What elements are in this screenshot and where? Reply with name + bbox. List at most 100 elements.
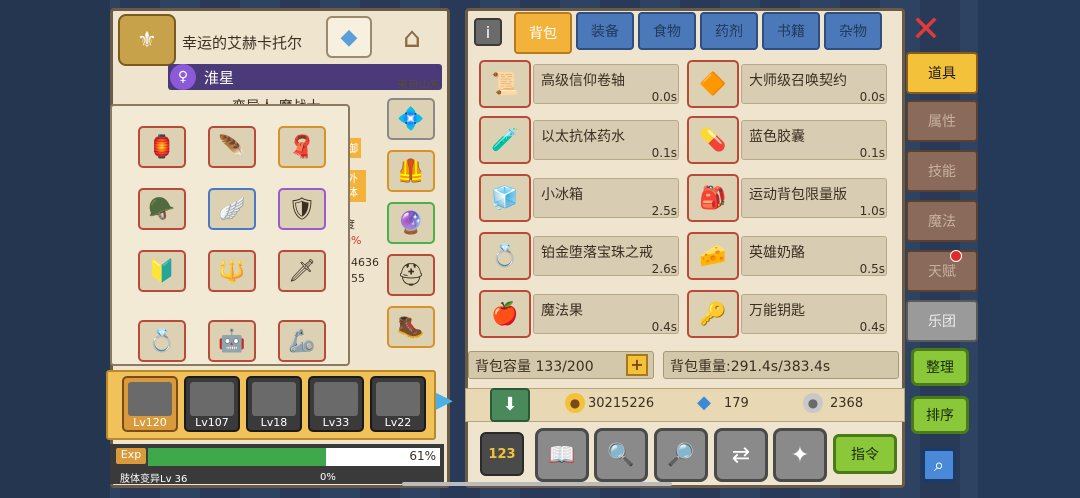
- equip-slot-11[interactable]: 🤖: [208, 320, 256, 362]
- item-weight: 0.1s: [651, 146, 677, 160]
- exp-fill: [148, 448, 327, 466]
- party-member-4[interactable]: Lv33: [308, 376, 364, 432]
- inventory-item[interactable]: 🎒 运动背包限量版 1.0s: [687, 174, 887, 222]
- side-tab-3[interactable]: 技能: [906, 150, 978, 192]
- organize-button[interactable]: 整理: [911, 348, 969, 386]
- fruit-icon: 🍎: [479, 290, 531, 338]
- gold-ring-icon: 💍: [479, 232, 531, 280]
- side-slot-5[interactable]: 🥾: [387, 306, 435, 348]
- tab-2[interactable]: 装备: [576, 12, 634, 50]
- magnify-icon: 🔍: [607, 442, 635, 468]
- equip-slot-3[interactable]: 🧣: [278, 126, 326, 168]
- party-member-5[interactable]: Lv22: [370, 376, 426, 432]
- exp-tag: Exp: [116, 448, 146, 464]
- side-tab-5[interactable]: 天赋: [906, 250, 978, 292]
- search-button[interactable]: ⌕: [922, 448, 956, 482]
- party-member-1[interactable]: Lv120: [122, 376, 178, 432]
- magnify-button[interactable]: 🔍: [594, 428, 648, 482]
- equip-slot-8[interactable]: 🔱: [208, 250, 256, 292]
- search-detail-button[interactable]: 🔎: [654, 428, 708, 482]
- side-tab-1[interactable]: 道具: [906, 52, 978, 94]
- store-button[interactable]: ⬇: [490, 388, 530, 422]
- boot-icon: 🥾: [397, 314, 425, 340]
- exp-percent: 61%: [409, 449, 436, 463]
- equip-slot-2[interactable]: 🪶: [208, 126, 256, 168]
- equipment-popup: 🏮 🪶 🧣 🪖 🪽 🛡 🔰 🔱 🗡 💍 🤖 🦾: [110, 104, 350, 366]
- equip-slot-10[interactable]: 💍: [138, 320, 186, 362]
- tab-3[interactable]: 食物: [638, 12, 696, 50]
- book-button[interactable]: 📖: [535, 428, 589, 482]
- side-slot-3[interactable]: 🔮: [387, 202, 435, 244]
- item-name: 小冰箱: [541, 187, 583, 203]
- hero-name: 幸运的艾赫卡托尔: [182, 34, 303, 52]
- equip-slot-5[interactable]: 🪽: [208, 188, 256, 230]
- sort-number-button[interactable]: 123: [480, 432, 524, 476]
- book-icon: 📖: [548, 442, 576, 468]
- equip-slot-9[interactable]: 🗡: [278, 250, 326, 292]
- tab-5[interactable]: 书籍: [762, 12, 820, 50]
- tab-4[interactable]: 药剂: [700, 12, 758, 50]
- tab-6[interactable]: 杂物: [824, 12, 882, 50]
- party-member-3[interactable]: Lv18: [246, 376, 302, 432]
- key-icon: 🔑: [687, 290, 739, 338]
- side-tab-4[interactable]: 魔法: [906, 200, 978, 242]
- side-slot-2[interactable]: 🦺: [387, 150, 435, 192]
- origin-text: 来自山东: [397, 78, 441, 91]
- gem-button[interactable]: ◆: [326, 16, 372, 58]
- party-member-2[interactable]: Lv107: [184, 376, 240, 432]
- portrait-icon: [314, 382, 358, 416]
- inventory-item[interactable]: 💍 铂金堕落宝珠之戒 2.6s: [479, 232, 679, 280]
- notification-dot: [950, 250, 962, 262]
- member-level: Lv33: [322, 416, 350, 429]
- item-weight: 2.6s: [651, 262, 677, 276]
- swap-button[interactable]: ⇄: [714, 428, 768, 482]
- dismantle-button[interactable]: ✦: [773, 428, 827, 482]
- order-button[interactable]: 排序: [911, 396, 969, 434]
- wardrobe-button[interactable]: ⌂: [382, 16, 442, 58]
- portrait-icon: [376, 382, 420, 416]
- equip-slot-6[interactable]: 🛡: [278, 188, 326, 230]
- inventory-item[interactable]: 📜 高级信仰卷轴 0.0s: [479, 60, 679, 108]
- capsule-icon: 💊: [687, 116, 739, 164]
- expand-capacity-button[interactable]: +: [626, 354, 648, 376]
- item-name: 大师级召唤契约: [749, 73, 847, 89]
- side-tab-2[interactable]: 属性: [906, 100, 978, 142]
- equip-slot-7[interactable]: 🔰: [138, 250, 186, 292]
- equip-slot-4[interactable]: 🪖: [138, 188, 186, 230]
- search-icon: ⌕: [933, 454, 945, 476]
- command-button[interactable]: 指令: [833, 434, 897, 474]
- inventory-item[interactable]: 💊 蓝色胶囊 0.1s: [687, 116, 887, 164]
- fridge-icon: 🧊: [479, 174, 531, 222]
- inventory-item[interactable]: 🍎 魔法果 0.4s: [479, 290, 679, 338]
- female-icon: ♀: [170, 64, 196, 90]
- party-next-arrow-icon[interactable]: ▶: [436, 388, 453, 413]
- inventory-item[interactable]: 🧀 英雄奶酪 0.5s: [687, 232, 887, 280]
- side-slot-1[interactable]: 💠: [387, 98, 435, 140]
- inventory-item[interactable]: 🔶 大师级召唤契约 0.0s: [687, 60, 887, 108]
- potion-icon: 🧪: [479, 116, 531, 164]
- info-button[interactable]: i: [474, 18, 502, 46]
- home-indicator: [402, 482, 672, 486]
- inventory-item[interactable]: 🧊 小冰箱 2.5s: [479, 174, 679, 222]
- item-weight: 1.0s: [859, 204, 885, 218]
- item-name: 高级信仰卷轴: [541, 73, 625, 89]
- diamond-icon: ◆: [697, 392, 711, 413]
- item-name: 魔法果: [541, 303, 583, 319]
- inventory-item[interactable]: 🧪 以太抗体药水 0.1s: [479, 116, 679, 164]
- wing-icon: 🪽: [218, 196, 246, 222]
- member-level: Lv22: [384, 416, 412, 429]
- item-name: 万能钥匙: [749, 303, 805, 319]
- close-icon[interactable]: ✕: [908, 12, 944, 48]
- tab-1[interactable]: 背包: [514, 12, 572, 54]
- item-weight: 0.4s: [651, 320, 677, 334]
- crystal-icon: 💠: [397, 106, 425, 132]
- equip-slot-1[interactable]: 🏮: [138, 126, 186, 168]
- side-tab-6[interactable]: 乐团: [906, 300, 978, 342]
- side-slot-4[interactable]: ⛑: [387, 254, 435, 296]
- member-level: Lv120: [133, 416, 167, 429]
- backpack-icon: 🎒: [687, 174, 739, 222]
- background-left: [0, 0, 110, 498]
- inventory-item[interactable]: 🔑 万能钥匙 0.4s: [687, 290, 887, 338]
- equip-slot-12[interactable]: 🦾: [278, 320, 326, 362]
- orb-icon: 🔮: [397, 210, 425, 236]
